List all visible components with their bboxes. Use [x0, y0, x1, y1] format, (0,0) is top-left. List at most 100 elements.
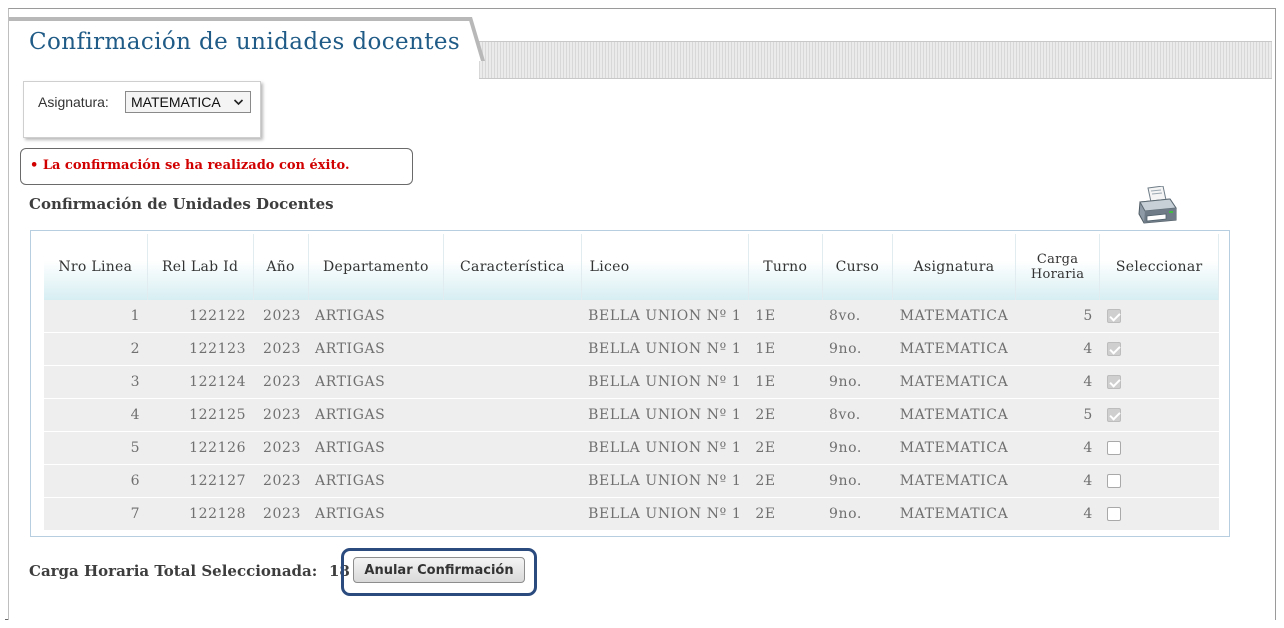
cell-departamento: ARTIGAS — [308, 365, 444, 399]
cell-caracteristica — [443, 464, 582, 498]
cell-rel-lab-id: 122126 — [147, 431, 254, 465]
cell-anio: 2023 — [253, 365, 309, 399]
cell-turno: 1E — [748, 365, 822, 399]
cell-seleccionar — [1099, 365, 1219, 399]
cell-anio: 2023 — [253, 431, 309, 465]
chevron-down-icon — [233, 99, 244, 106]
success-message: • La confirmación se ha realizado con éx… — [30, 158, 350, 173]
col-header-liceo[interactable]: Liceo — [580, 234, 749, 300]
tab-bar-pattern — [479, 41, 1272, 79]
cell-departamento: ARTIGAS — [308, 300, 444, 333]
cell-curso: 8vo. — [822, 398, 893, 432]
page-title: Confirmación de unidades docentes — [29, 29, 461, 55]
cell-rel-lab-id: 122127 — [147, 464, 254, 498]
cell-carga-horaria: 4 — [1015, 332, 1100, 366]
cell-caracteristica — [443, 365, 582, 399]
cell-seleccionar — [1099, 332, 1219, 366]
col-header-caracteristica[interactable]: Característica — [443, 234, 582, 300]
select-checkbox — [1106, 342, 1121, 356]
cell-departamento: ARTIGAS — [308, 497, 444, 531]
cell-curso: 9no. — [822, 431, 893, 465]
anular-confirmacion-button[interactable]: Anular Confirmación — [353, 557, 525, 583]
cell-carga-horaria: 5 — [1015, 300, 1100, 333]
cell-departamento: ARTIGAS — [308, 464, 444, 498]
cell-caracteristica — [443, 497, 582, 531]
select-checkbox[interactable] — [1106, 441, 1121, 455]
col-header-departamento[interactable]: Departamento — [307, 234, 445, 300]
cell-turno: 1E — [748, 332, 822, 366]
cell-seleccionar — [1099, 464, 1219, 498]
cell-asignatura: MATEMATICA — [892, 398, 1016, 432]
col-header-nro-linea[interactable]: Nro Linea — [43, 234, 148, 300]
section-title: Confirmación de Unidades Docentes — [29, 195, 334, 213]
asignatura-label: Asignatura: — [38, 94, 109, 110]
cell-carga-horaria: 4 — [1015, 464, 1100, 498]
cell-caracteristica — [443, 332, 582, 366]
cell-carga-horaria: 4 — [1015, 365, 1100, 399]
asignatura-select-value: MATEMATICA — [131, 94, 221, 110]
printer-icon[interactable] — [1136, 186, 1178, 226]
cell-seleccionar — [1099, 431, 1219, 465]
cell-turno: 2E — [748, 464, 822, 498]
cell-seleccionar — [1099, 300, 1219, 333]
cell-caracteristica — [443, 398, 582, 432]
cell-nro-linea: 6 — [43, 464, 148, 498]
cell-turno: 2E — [748, 497, 822, 531]
select-checkbox — [1106, 375, 1121, 389]
col-header-rel-lab-id[interactable]: Rel Lab Id — [146, 234, 254, 300]
cell-nro-linea: 7 — [43, 497, 148, 531]
select-checkbox — [1106, 408, 1121, 422]
cell-curso: 9no. — [822, 464, 893, 498]
table-row: 6 122127 2023 ARTIGAS BELLA UNION Nº 1 2E 9no.… — [43, 464, 1219, 498]
select-checkbox[interactable] — [1106, 474, 1121, 488]
cell-asignatura: MATEMATICA — [892, 300, 1016, 333]
cell-asignatura: MATEMATICA — [892, 464, 1016, 498]
cell-nro-linea: 5 — [43, 431, 148, 465]
cell-rel-lab-id: 122125 — [147, 398, 254, 432]
cell-liceo: BELLA UNION Nº 1 — [581, 365, 749, 399]
table-row: 4 122125 2023 ARTIGAS BELLA UNION Nº 1 2E 8vo.… — [43, 398, 1219, 432]
col-header-curso[interactable]: Curso — [821, 234, 894, 300]
table-row: 1 122122 2023 ARTIGAS BELLA UNION Nº 1 1E 8vo.… — [43, 300, 1219, 333]
cell-turno: 2E — [748, 431, 822, 465]
col-header-carga-horaria[interactable]: Carga Horaria — [1014, 234, 1101, 300]
edge-mark — [5, 619, 8, 620]
select-checkbox[interactable] — [1106, 507, 1121, 521]
cell-nro-linea: 3 — [43, 365, 148, 399]
table-row: 3 122124 2023 ARTIGAS BELLA UNION Nº 1 1E 9no.… — [43, 365, 1219, 399]
asignatura-select[interactable]: MATEMATICA — [125, 91, 251, 113]
table-container: Nro Linea Rel Lab Id Año Departamento Ca… — [30, 230, 1230, 537]
cell-nro-linea: 4 — [43, 398, 148, 432]
cell-liceo: BELLA UNION Nº 1 — [581, 332, 749, 366]
cell-caracteristica — [443, 300, 582, 333]
col-header-turno[interactable]: Turno — [747, 234, 823, 300]
cell-liceo: BELLA UNION Nº 1 — [581, 497, 749, 531]
select-checkbox — [1106, 309, 1121, 323]
cell-departamento: ARTIGAS — [308, 398, 444, 432]
cell-rel-lab-id: 122128 — [147, 497, 254, 531]
cell-liceo: BELLA UNION Nº 1 — [581, 300, 749, 333]
cell-anio: 2023 — [253, 332, 309, 366]
cell-seleccionar — [1099, 398, 1219, 432]
cell-asignatura: MATEMATICA — [892, 497, 1016, 531]
cell-liceo: BELLA UNION Nº 1 — [581, 431, 749, 465]
cell-turno: 2E — [748, 398, 822, 432]
cell-rel-lab-id: 122123 — [147, 332, 254, 366]
cell-rel-lab-id: 122122 — [147, 300, 254, 333]
cell-liceo: BELLA UNION Nº 1 — [581, 464, 749, 498]
tab-edge-decoration — [468, 17, 485, 61]
cell-nro-linea: 1 — [43, 300, 148, 333]
table-header-row: Nro Linea Rel Lab Id Año Departamento Ca… — [43, 234, 1219, 300]
table-row: 5 122126 2023 ARTIGAS BELLA UNION Nº 1 2E 9no.… — [43, 431, 1219, 465]
cell-caracteristica — [443, 431, 582, 465]
table-row: 2 122123 2023 ARTIGAS BELLA UNION Nº 1 1E 9no.… — [43, 332, 1219, 366]
cell-liceo: BELLA UNION Nº 1 — [581, 398, 749, 432]
cell-anio: 2023 — [253, 497, 309, 531]
col-header-seleccionar[interactable]: Seleccionar — [1099, 234, 1219, 300]
cell-departamento: ARTIGAS — [308, 431, 444, 465]
col-header-asignatura[interactable]: Asignatura — [892, 234, 1016, 300]
col-header-anio[interactable]: Año — [252, 234, 309, 300]
cell-carga-horaria: 5 — [1015, 398, 1100, 432]
cell-rel-lab-id: 122124 — [147, 365, 254, 399]
cell-anio: 2023 — [253, 300, 309, 333]
